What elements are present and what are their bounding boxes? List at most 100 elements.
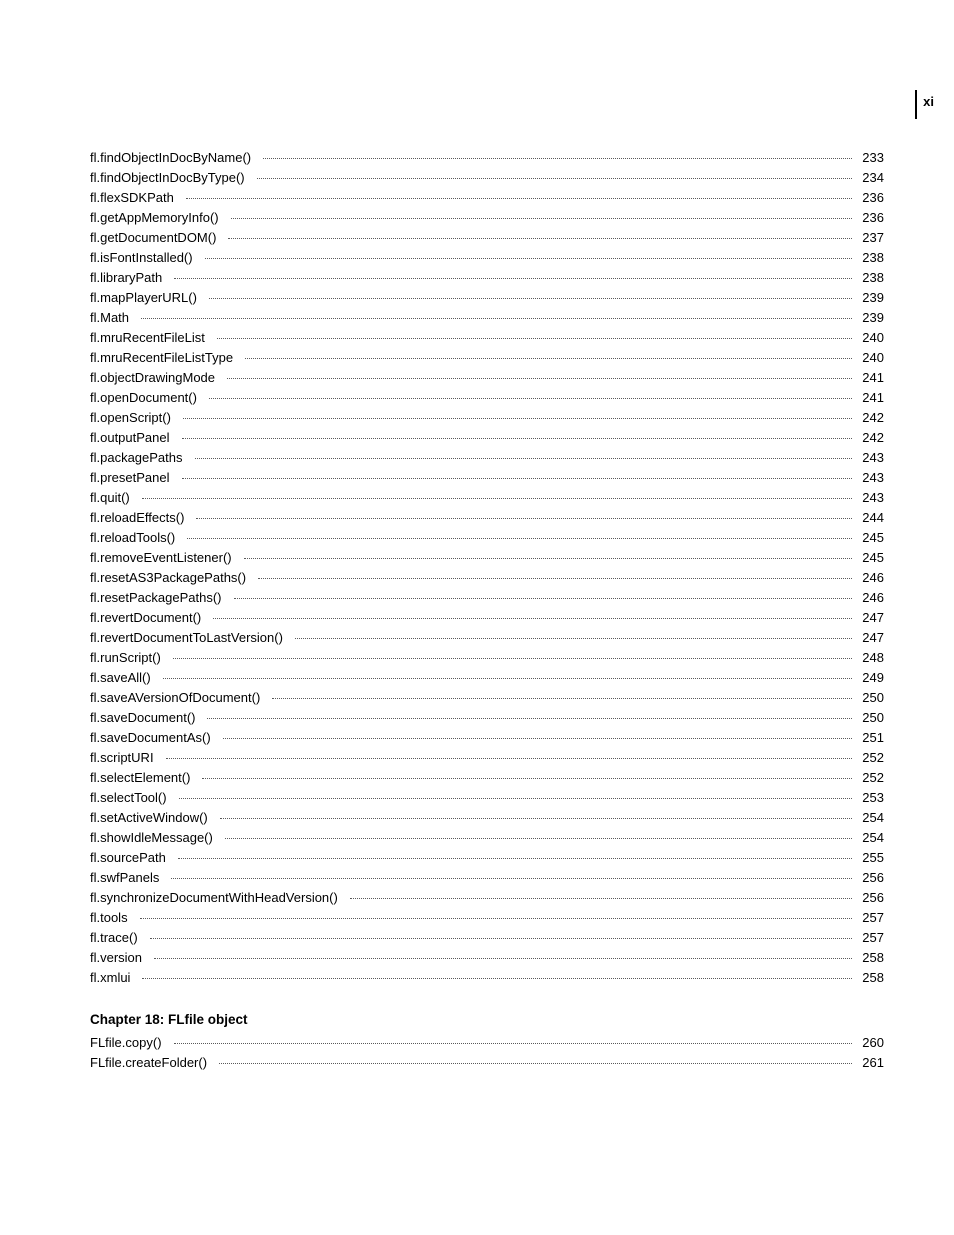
toc-entry-page: 243 (856, 468, 884, 488)
toc-row[interactable]: fl.resetAS3PackagePaths()246 (90, 568, 884, 588)
toc-row[interactable]: fl.tools257 (90, 908, 884, 928)
toc-row[interactable]: fl.getAppMemoryInfo()236 (90, 208, 884, 228)
toc-entry-page: 242 (856, 428, 884, 448)
toc-entry-page: 255 (856, 848, 884, 868)
toc-row[interactable]: fl.saveAll()249 (90, 668, 884, 688)
toc-row[interactable]: fl.saveDocument()250 (90, 708, 884, 728)
toc-leader-dots (174, 278, 852, 279)
toc-entry-label: fl.synchronizeDocumentWithHeadVersion() (90, 888, 346, 908)
toc-entry-label: fl.xmlui (90, 968, 138, 988)
toc-row[interactable]: fl.findObjectInDocByName()233 (90, 148, 884, 168)
toc-entry-label: fl.objectDrawingMode (90, 368, 223, 388)
toc-row[interactable]: fl.isFontInstalled()238 (90, 248, 884, 268)
toc-row[interactable]: fl.revertDocumentToLastVersion()247 (90, 628, 884, 648)
toc-entry-page: 251 (856, 728, 884, 748)
toc-entry-page: 243 (856, 488, 884, 508)
toc-entry-label: fl.swfPanels (90, 868, 167, 888)
toc-row[interactable]: fl.quit() 243 (90, 488, 884, 508)
toc-row[interactable]: fl.synchronizeDocumentWithHeadVersion() 2… (90, 888, 884, 908)
toc-row[interactable]: fl.saveAVersionOfDocument()250 (90, 688, 884, 708)
toc-row[interactable]: fl.mruRecentFileListType240 (90, 348, 884, 368)
toc-leader-dots (209, 398, 852, 399)
toc-leader-dots (213, 618, 852, 619)
toc-entry-page: 248 (856, 648, 884, 668)
toc-leader-dots (154, 958, 852, 959)
toc-row[interactable]: fl.xmlui 258 (90, 968, 884, 988)
toc-row[interactable]: fl.Math239 (90, 308, 884, 328)
toc-row[interactable]: fl.openDocument()241 (90, 388, 884, 408)
toc-entry-page: 241 (856, 368, 884, 388)
toc-entry-label: fl.mapPlayerURL() (90, 288, 205, 308)
toc-row[interactable]: fl.version258 (90, 948, 884, 968)
toc-leader-dots (150, 938, 853, 939)
toc-entry-label: fl.presetPanel (90, 468, 178, 488)
toc-entry-label: fl.openScript() (90, 408, 179, 428)
toc-row[interactable]: fl.swfPanels256 (90, 868, 884, 888)
toc-leader-dots (187, 538, 852, 539)
toc-leader-dots (228, 238, 852, 239)
toc-row[interactable]: FLfile.copy()260 (90, 1033, 884, 1053)
toc-row[interactable]: fl.showIdleMessage()254 (90, 828, 884, 848)
toc-row[interactable]: fl.flexSDKPath236 (90, 188, 884, 208)
toc-row[interactable]: fl.libraryPath238 (90, 268, 884, 288)
toc-entry-page: 246 (856, 568, 884, 588)
toc-entry-label: fl.saveDocument() (90, 708, 203, 728)
toc-row[interactable]: fl.scriptURI252 (90, 748, 884, 768)
toc-entry-page: 240 (856, 328, 884, 348)
toc-entry-page: 256 (856, 888, 884, 908)
toc-leader-dots (166, 758, 853, 759)
toc-row[interactable]: fl.mruRecentFileList240 (90, 328, 884, 348)
toc-leader-dots (231, 218, 853, 219)
page-number-container: xi (90, 90, 884, 118)
toc-entry-page: 245 (856, 528, 884, 548)
toc-leader-dots (223, 738, 853, 739)
toc-leader-dots (263, 158, 852, 159)
toc-row[interactable]: fl.trace()257 (90, 928, 884, 948)
toc-row[interactable]: fl.runScript()248 (90, 648, 884, 668)
toc-entry-label: fl.showIdleMessage() (90, 828, 221, 848)
toc-row[interactable]: fl.reloadEffects()244 (90, 508, 884, 528)
toc-row[interactable]: fl.getDocumentDOM()237 (90, 228, 884, 248)
toc-leader-dots (140, 918, 853, 919)
toc-leader-dots (350, 898, 852, 899)
toc-entry-label: fl.removeEventListener() (90, 548, 240, 568)
toc-entry-label: fl.isFontInstalled() (90, 248, 201, 268)
toc-row[interactable]: fl.outputPanel242 (90, 428, 884, 448)
toc-leader-dots (258, 578, 852, 579)
toc-leader-dots (182, 478, 853, 479)
toc-leader-dots (142, 978, 852, 979)
toc-leader-dots (141, 318, 852, 319)
toc-row[interactable]: fl.revertDocument()247 (90, 608, 884, 628)
toc-leader-dots (209, 298, 852, 299)
toc-row[interactable]: fl.findObjectInDocByType()234 (90, 168, 884, 188)
toc-row[interactable]: fl.objectDrawingMode 241 (90, 368, 884, 388)
toc-entry-label: fl.selectElement() (90, 768, 198, 788)
toc-entry-page: 239 (856, 288, 884, 308)
toc-row[interactable]: fl.setActiveWindow()254 (90, 808, 884, 828)
toc-leader-dots (174, 1043, 853, 1044)
toc-row[interactable]: fl.selectElement()252 (90, 768, 884, 788)
toc-row[interactable]: FLfile.createFolder() 261 (90, 1053, 884, 1073)
toc-row[interactable]: fl.presetPanel 243 (90, 468, 884, 488)
toc-entry-page: 250 (856, 688, 884, 708)
toc-leader-dots (182, 438, 853, 439)
toc-entry-page: 236 (856, 208, 884, 228)
toc-entry-label: FLfile.createFolder() (90, 1053, 215, 1073)
toc-entry-page: 244 (856, 508, 884, 528)
toc-row[interactable]: fl.sourcePath255 (90, 848, 884, 868)
toc-leader-dots (227, 378, 852, 379)
toc-row[interactable]: fl.removeEventListener()245 (90, 548, 884, 568)
toc-row[interactable]: fl.selectTool()253 (90, 788, 884, 808)
toc-entry-label: fl.trace() (90, 928, 146, 948)
toc-row[interactable]: fl.resetPackagePaths()246 (90, 588, 884, 608)
toc-row[interactable]: fl.reloadTools()245 (90, 528, 884, 548)
toc-entry-page: 258 (856, 968, 884, 988)
toc-entry-page: 261 (856, 1053, 884, 1073)
toc-row[interactable]: fl.saveDocumentAs()251 (90, 728, 884, 748)
toc-row[interactable]: fl.packagePaths243 (90, 448, 884, 468)
toc-entry-label: fl.quit() (90, 488, 138, 508)
toc-row[interactable]: fl.openScript()242 (90, 408, 884, 428)
toc-entry-label: fl.flexSDKPath (90, 188, 182, 208)
toc-leader-dots (225, 838, 852, 839)
toc-row[interactable]: fl.mapPlayerURL() 239 (90, 288, 884, 308)
